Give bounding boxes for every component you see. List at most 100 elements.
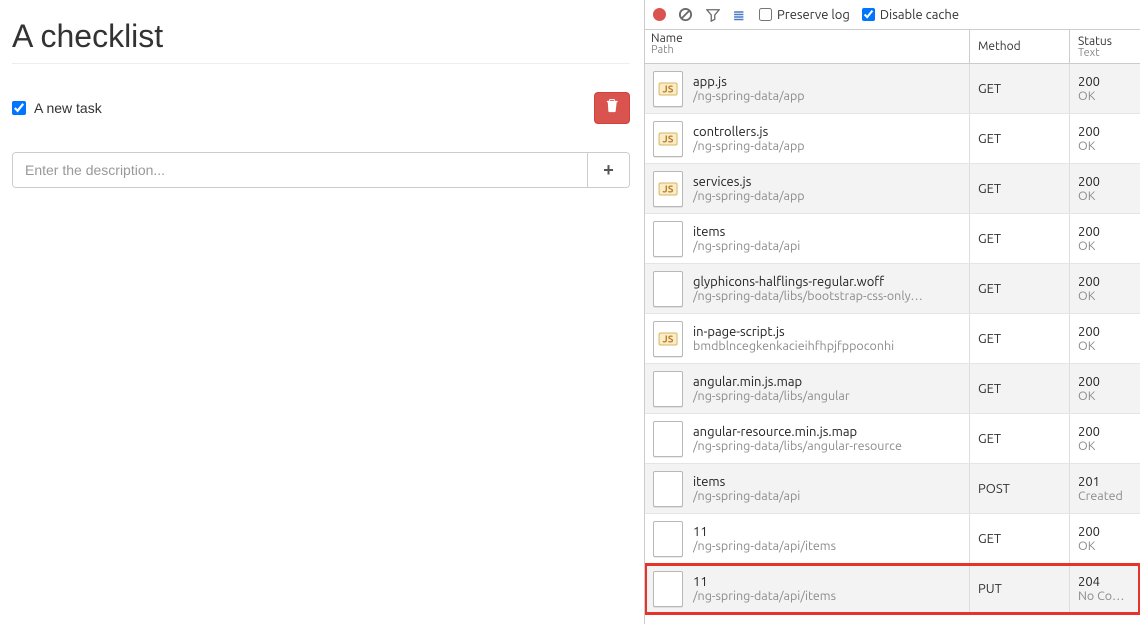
- description-input[interactable]: [13, 153, 587, 187]
- column-method[interactable]: Method: [970, 30, 1070, 63]
- request-path: /ng-spring-data/api/items: [693, 589, 836, 603]
- preserve-log-label: Preserve log: [777, 8, 850, 22]
- network-row[interactable]: 11 /ng-spring-data/api/items GET 200 OK: [645, 514, 1140, 564]
- cell-method: GET: [970, 64, 1070, 113]
- status-code: 200: [1078, 125, 1140, 139]
- cell-method: PUT: [970, 564, 1070, 613]
- status-code: 200: [1078, 75, 1140, 89]
- cell-name: angular-resource.min.js.map /ng-spring-d…: [645, 414, 970, 463]
- view-toggle-button[interactable]: ≣: [732, 7, 747, 22]
- request-name: app.js: [693, 75, 805, 89]
- task-checkbox[interactable]: [12, 101, 26, 115]
- column-name[interactable]: Name Path: [645, 30, 970, 63]
- request-method: GET: [978, 332, 1001, 346]
- request-path: /ng-spring-data/api: [693, 489, 800, 503]
- cell-name: angular.min.js.map /ng-spring-data/libs/…: [645, 364, 970, 413]
- cell-status: 200 OK: [1070, 264, 1140, 313]
- add-task-row: +: [12, 152, 630, 188]
- network-row[interactable]: controllers.js /ng-spring-data/app GET 2…: [645, 114, 1140, 164]
- status-code: 200: [1078, 525, 1140, 539]
- status-text: OK: [1078, 289, 1140, 303]
- status-text: OK: [1078, 239, 1140, 253]
- task-item[interactable]: A new task: [12, 100, 594, 116]
- network-row[interactable]: app.js /ng-spring-data/app GET 200 OK: [645, 64, 1140, 114]
- column-text-label: Text: [1078, 47, 1132, 59]
- request-path: bmdblncegkenkacieihfhpjfppoconhi: [693, 339, 894, 353]
- request-name: items: [693, 475, 800, 489]
- task-row: A new task: [12, 92, 630, 124]
- network-row[interactable]: glyphicons-halflings-regular.woff /ng-sp…: [645, 264, 1140, 314]
- network-row[interactable]: services.js /ng-spring-data/app GET 200 …: [645, 164, 1140, 214]
- plus-icon: +: [603, 160, 614, 181]
- network-row[interactable]: items /ng-spring-data/api GET 200 OK: [645, 214, 1140, 264]
- status-code: 200: [1078, 175, 1140, 189]
- cell-method: GET: [970, 514, 1070, 563]
- disable-cache-toggle[interactable]: Disable cache: [862, 8, 959, 22]
- checklist-app: A checklist A new task +: [0, 0, 645, 624]
- preserve-log-toggle[interactable]: Preserve log: [759, 8, 850, 22]
- list-icon: ≣: [733, 8, 746, 22]
- status-text: OK: [1078, 339, 1140, 353]
- request-method: GET: [978, 532, 1001, 546]
- status-text: No Co…: [1078, 589, 1140, 603]
- status-code: 200: [1078, 225, 1140, 239]
- file-icon: [653, 321, 683, 357]
- request-method: GET: [978, 382, 1001, 396]
- cell-name: controllers.js /ng-spring-data/app: [645, 114, 970, 163]
- request-path: /ng-spring-data/app: [693, 189, 805, 203]
- network-row[interactable]: items /ng-spring-data/api POST 201 Creat…: [645, 464, 1140, 514]
- cell-status: 200 OK: [1070, 114, 1140, 163]
- delete-button[interactable]: [594, 92, 630, 124]
- cell-method: GET: [970, 264, 1070, 313]
- request-name: 11: [693, 525, 836, 539]
- request-path: /ng-spring-data/libs/bootstrap-css-only…: [693, 289, 923, 303]
- request-method: GET: [978, 232, 1001, 246]
- cell-status: 200 OK: [1070, 414, 1140, 463]
- status-text: OK: [1078, 539, 1140, 553]
- request-path: /ng-spring-data/api: [693, 239, 800, 253]
- network-row[interactable]: angular.min.js.map /ng-spring-data/libs/…: [645, 364, 1140, 414]
- cell-method: GET: [970, 364, 1070, 413]
- network-row[interactable]: in-page-script.js bmdblncegkenkacieihfhp…: [645, 314, 1140, 364]
- filter-button[interactable]: [705, 7, 720, 22]
- trash-icon: [605, 98, 619, 118]
- record-button[interactable]: [653, 8, 666, 21]
- cell-method: POST: [970, 464, 1070, 513]
- cell-status: 200 OK: [1070, 514, 1140, 563]
- column-method-label: Method: [978, 40, 1021, 53]
- request-method: GET: [978, 432, 1001, 446]
- cell-name: app.js /ng-spring-data/app: [645, 64, 970, 113]
- status-code: 200: [1078, 375, 1140, 389]
- file-icon: [653, 571, 683, 607]
- cell-method: GET: [970, 314, 1070, 363]
- column-status[interactable]: Status Text: [1070, 30, 1140, 63]
- cell-status: 200 OK: [1070, 364, 1140, 413]
- request-method: GET: [978, 82, 1001, 96]
- file-icon: [653, 271, 683, 307]
- preserve-log-checkbox[interactable]: [759, 8, 772, 21]
- cell-name: items /ng-spring-data/api: [645, 464, 970, 513]
- status-code: 200: [1078, 325, 1140, 339]
- request-method: GET: [978, 282, 1001, 296]
- cell-method: GET: [970, 414, 1070, 463]
- request-path: /ng-spring-data/app: [693, 139, 805, 153]
- add-button[interactable]: +: [587, 153, 629, 187]
- page-title: A checklist: [12, 18, 630, 64]
- request-name: items: [693, 225, 800, 239]
- disable-cache-checkbox[interactable]: [862, 8, 875, 21]
- network-row[interactable]: angular-resource.min.js.map /ng-spring-d…: [645, 414, 1140, 464]
- cell-method: GET: [970, 214, 1070, 263]
- file-icon: [653, 371, 683, 407]
- network-row[interactable]: 11 /ng-spring-data/api/items PUT 204 No …: [645, 564, 1140, 614]
- status-text: OK: [1078, 189, 1140, 203]
- cell-method: GET: [970, 164, 1070, 213]
- clear-button[interactable]: [678, 7, 693, 22]
- request-path: /ng-spring-data/api/items: [693, 539, 836, 553]
- status-code: 204: [1078, 575, 1140, 589]
- cell-name: glyphicons-halflings-regular.woff /ng-sp…: [645, 264, 970, 313]
- request-name: angular-resource.min.js.map: [693, 425, 902, 439]
- request-path: /ng-spring-data/libs/angular: [693, 389, 850, 403]
- request-name: glyphicons-halflings-regular.woff: [693, 275, 923, 289]
- devtools-network-panel: ≣ Preserve log Disable cache Name Path M…: [645, 0, 1140, 624]
- cell-name: items /ng-spring-data/api: [645, 214, 970, 263]
